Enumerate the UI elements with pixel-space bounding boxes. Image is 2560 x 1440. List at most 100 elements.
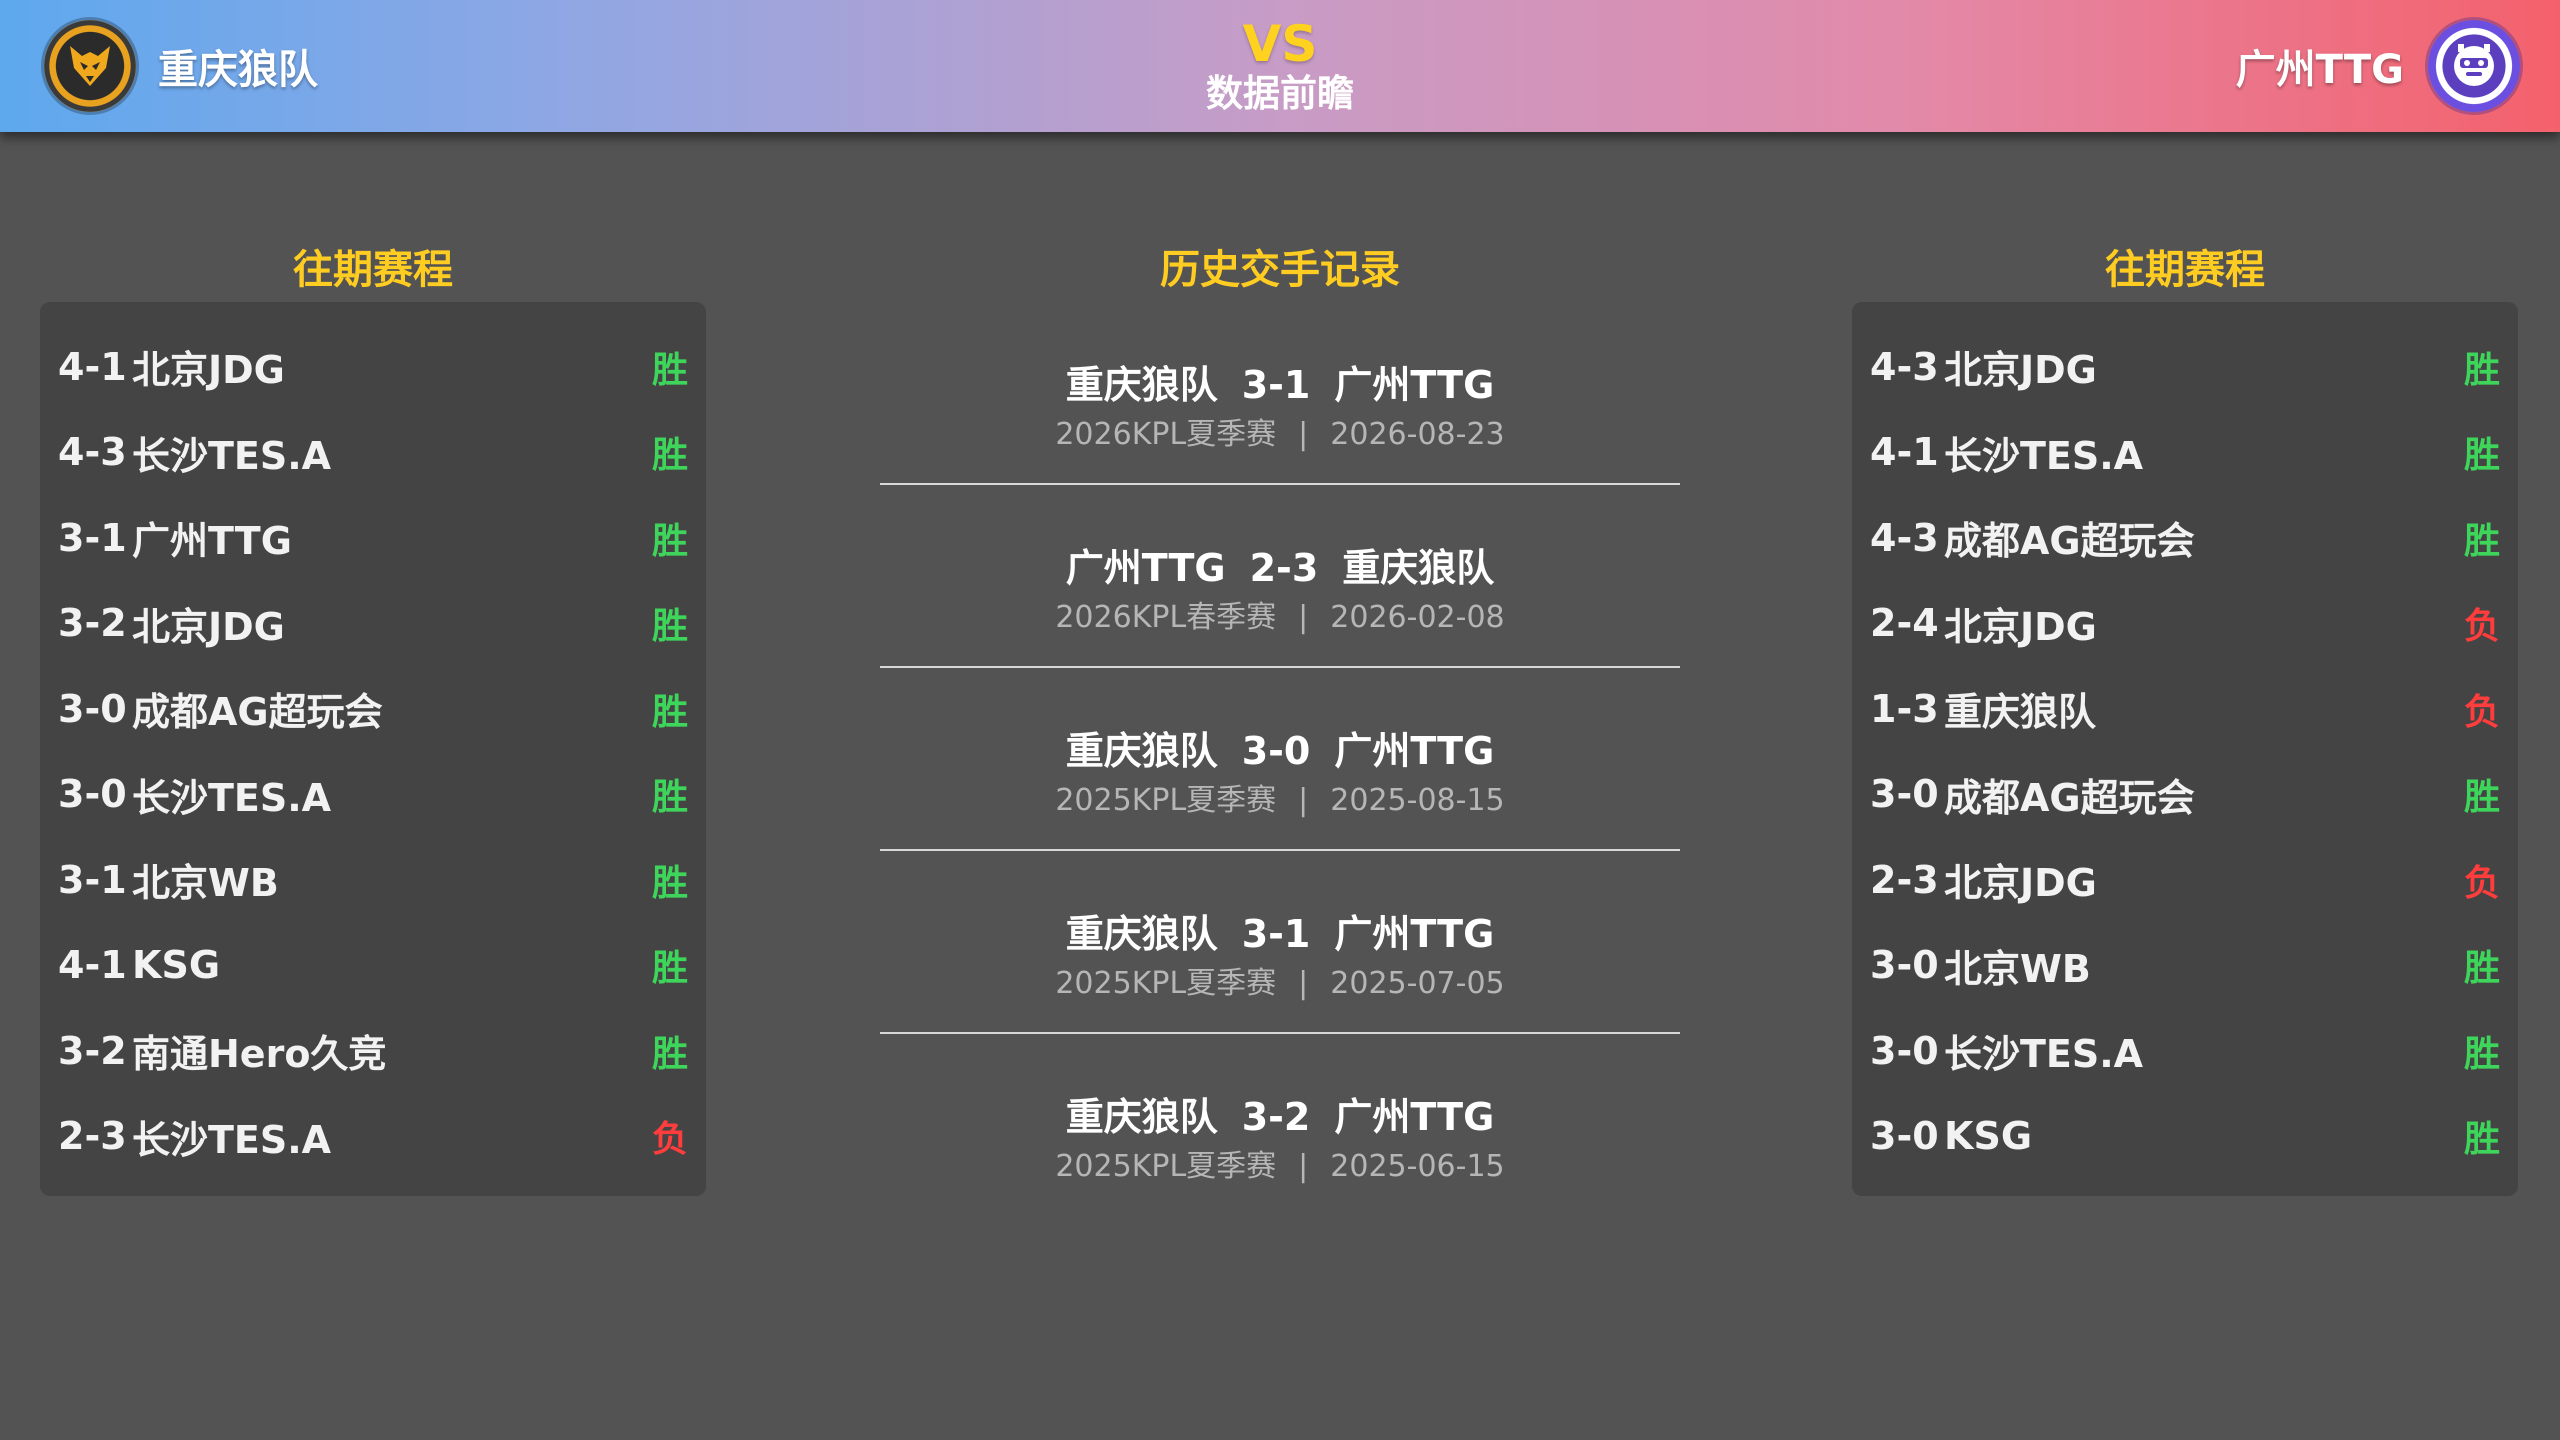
row-score: 3-0	[58, 772, 127, 817]
schedule-row: 3-0 成都AG超玩会 胜	[40, 666, 706, 752]
h2h-home: 重庆狼队	[1065, 912, 1218, 956]
row-score: 4-1	[58, 943, 127, 988]
row-score: 3-2	[58, 601, 127, 646]
schedule-row: 3-1 广州TTG 胜	[40, 495, 706, 581]
h2h-away: 重庆狼队	[1342, 546, 1495, 590]
row-score: 4-1	[58, 344, 127, 389]
row-result-badge: 胜	[2463, 948, 2500, 990]
row-result-badge: 胜	[2463, 349, 2500, 391]
row-score: 3-0	[1870, 1114, 1939, 1159]
schedule-row: 3-1 北京WB 胜	[40, 837, 706, 923]
row-result-badge: 负	[2463, 606, 2500, 648]
h2h-match-meta: 2025KPL夏季赛 | 2025-06-15	[880, 1142, 1680, 1192]
schedule-row: 2-3 北京JDG 负	[1852, 837, 2518, 923]
h2h-match-item: 重庆狼队 3-0 广州TTG 2025KPL夏季赛 | 2025-08-15	[880, 668, 1680, 851]
row-opponent: 北京WB	[132, 861, 279, 906]
row-score: 3-0	[1870, 943, 1939, 988]
schedule-row: 3-2 北京JDG 胜	[40, 581, 706, 667]
row-opponent: 成都AG超玩会	[1944, 775, 2195, 820]
row-result-badge: 胜	[651, 691, 688, 733]
h2h-match-item: 重庆狼队 3-1 广州TTG 2025KPL夏季赛 | 2025-07-05	[880, 851, 1680, 1034]
row-opponent: 北京JDG	[1944, 348, 2097, 393]
row-opponent: 北京JDG	[132, 604, 285, 649]
schedule-row: 4-3 成都AG超玩会 胜	[1852, 495, 2518, 581]
schedule-row: 3-0 长沙TES.A 胜	[1852, 1008, 2518, 1094]
h2h-match-meta: 2026KPL夏季赛 | 2026-08-23	[880, 410, 1680, 460]
h2h-separator: |	[1298, 600, 1309, 635]
row-result-badge: 胜	[651, 777, 688, 819]
row-opponent: 重庆狼队	[1944, 690, 2097, 735]
row-opponent: 北京JDG	[132, 348, 285, 393]
row-score: 3-1	[58, 857, 127, 902]
schedule-row: 4-1 北京JDG 胜	[40, 324, 706, 410]
h2h-match-meta: 2026KPL春季赛 | 2026-02-08	[880, 593, 1680, 643]
left-schedule-panel: 4-1 北京JDG 胜 4-3 长沙TES.A 胜 3-1 广州TTG 胜 3-2 北京JDG 胜 3-…	[40, 302, 706, 1196]
row-result-badge: 胜	[651, 349, 688, 391]
right-panel-title: 往期赛程	[2105, 247, 2265, 293]
row-opponent: KSG	[1944, 1114, 2033, 1159]
row-result-badge: 胜	[2463, 1119, 2500, 1161]
ttg-logo-icon	[2428, 20, 2520, 112]
schedule-row: 3-0 成都AG超玩会 胜	[1852, 752, 2518, 838]
h2h-home: 广州TTG	[1065, 546, 1226, 590]
row-score: 3-1	[58, 515, 127, 560]
h2h-match-meta: 2025KPL夏季赛 | 2025-07-05	[880, 959, 1680, 1009]
row-score: 4-3	[1870, 344, 1939, 389]
wolf-head-icon	[70, 46, 110, 86]
h2h-event: 2025KPL夏季赛	[1055, 783, 1277, 818]
h2h-match-score-line: 重庆狼队 3-1 广州TTG	[880, 360, 1680, 410]
row-opponent: 南通Hero久竞	[132, 1032, 387, 1077]
h2h-away: 广州TTG	[1334, 912, 1495, 956]
row-opponent: 长沙TES.A	[132, 1117, 332, 1162]
h2h-score: 3-0	[1241, 729, 1311, 773]
row-score: 4-1	[1870, 430, 1939, 475]
h2h-event: 2026KPL夏季赛	[1055, 417, 1277, 452]
schedule-row: 2-3 长沙TES.A 负	[40, 1094, 706, 1180]
row-score: 4-3	[1870, 515, 1939, 560]
schedule-row: 3-0 北京WB 胜	[1852, 923, 2518, 1009]
left-team-name: 重庆狼队	[158, 47, 318, 93]
h2h-home: 重庆狼队	[1065, 363, 1218, 407]
schedule-row: 4-3 北京JDG 胜	[1852, 324, 2518, 410]
h2h-event: 2025KPL夏季赛	[1055, 966, 1277, 1001]
h2h-score: 3-2	[1241, 1095, 1311, 1139]
row-result-badge: 胜	[2463, 777, 2500, 819]
left-team-header: 重庆狼队	[44, 16, 318, 116]
row-opponent: 北京WB	[1944, 946, 2091, 991]
h2h-score: 2-3	[1249, 546, 1319, 590]
row-score: 3-0	[1870, 772, 1939, 817]
row-result-badge: 胜	[2463, 1033, 2500, 1075]
h2h-match-meta: 2025KPL夏季赛 | 2025-08-15	[880, 776, 1680, 826]
h2h-match-score-line: 广州TTG 2-3 重庆狼队	[880, 543, 1680, 593]
row-score: 2-3	[1870, 857, 1939, 902]
row-opponent: KSG	[132, 943, 221, 988]
row-result-badge: 负	[2463, 691, 2500, 733]
row-score: 2-3	[58, 1114, 127, 1159]
h2h-date: 2026-02-08	[1330, 600, 1505, 635]
h2h-date: 2025-08-15	[1330, 783, 1505, 818]
row-score: 2-4	[1870, 601, 1939, 646]
row-opponent: 长沙TES.A	[1944, 1032, 2144, 1077]
right-team-name: 广州TTG	[2235, 47, 2404, 93]
left-panel-title: 往期赛程	[293, 247, 453, 293]
h2h-separator: |	[1298, 966, 1309, 1001]
h2h-date: 2025-07-05	[1330, 966, 1505, 1001]
h2h-away: 广州TTG	[1334, 729, 1495, 773]
row-result-badge: 负	[2463, 862, 2500, 904]
h2h-match-score-line: 重庆狼队 3-1 广州TTG	[880, 909, 1680, 959]
h2h-score: 3-1	[1241, 363, 1311, 407]
h2h-home: 重庆狼队	[1065, 729, 1218, 773]
row-result-badge: 负	[651, 1119, 688, 1161]
row-opponent: 北京JDG	[1944, 604, 2097, 649]
h2h-separator: |	[1298, 1149, 1309, 1184]
row-opponent: 北京JDG	[1944, 861, 2097, 906]
h2h-away: 广州TTG	[1334, 1095, 1495, 1139]
row-opponent: 成都AG超玩会	[132, 690, 383, 735]
row-result-badge: 胜	[2463, 520, 2500, 562]
h2h-away: 广州TTG	[1334, 363, 1495, 407]
row-result-badge: 胜	[651, 606, 688, 648]
h2h-event: 2025KPL夏季赛	[1055, 1149, 1277, 1184]
row-opponent: 长沙TES.A	[132, 433, 332, 478]
head-to-head-list: 重庆狼队 3-1 广州TTG 2026KPL夏季赛 | 2026-08-23 广州TTG 2-…	[880, 302, 1680, 1217]
h2h-event: 2026KPL春季赛	[1055, 600, 1277, 635]
